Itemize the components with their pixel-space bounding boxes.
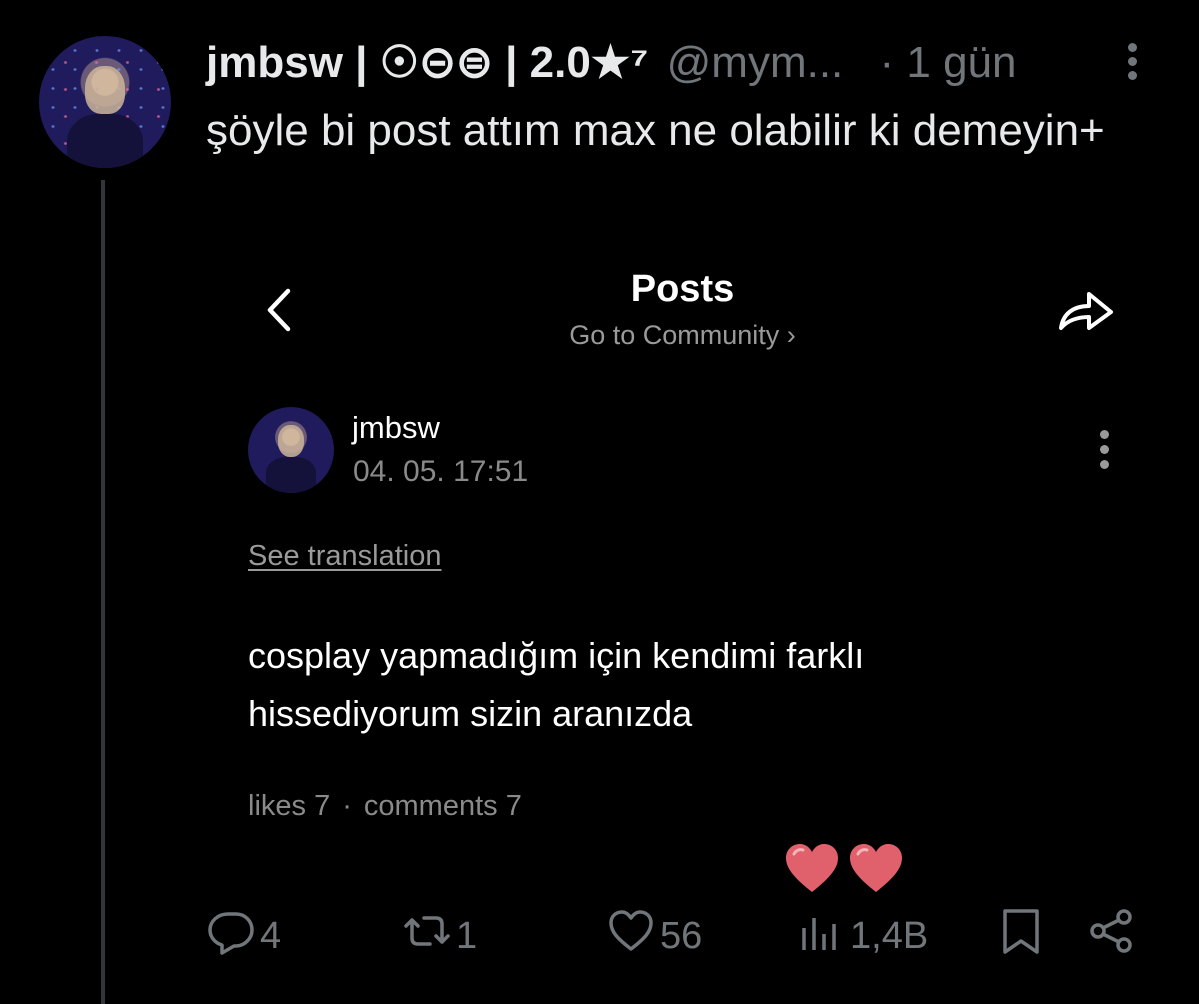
embedded-date: 04. 05. 17:51 (353, 455, 529, 488)
back-arrow-icon (262, 287, 296, 333)
embedded-author: jmbsw (352, 410, 440, 445)
like-icon (606, 906, 656, 966)
views-button[interactable]: 1,4B (796, 906, 928, 966)
embedded-likes: likes 7 (248, 790, 331, 822)
views-count: 1,4B (850, 914, 929, 957)
share-arrow-icon (1055, 284, 1117, 336)
timestamp[interactable]: · 1 gün (880, 38, 1017, 87)
embedded-post-stats: likes 7 · comments 7 (248, 790, 522, 823)
embedded-avatar (248, 407, 334, 493)
avatar[interactable] (39, 36, 171, 168)
more-options-icon[interactable] (1118, 40, 1146, 86)
share-icon (1086, 906, 1136, 966)
repost-button[interactable]: 1 (402, 906, 477, 966)
display-name[interactable]: jmbsw | ☉⊝⊜ | 2.0★⁷ (206, 38, 648, 87)
reply-icon (206, 906, 256, 966)
embedded-comments: comments 7 (363, 790, 522, 822)
heart-icon (784, 842, 840, 894)
heart-icon (848, 842, 904, 894)
tweet-header: jmbsw | ☉⊝⊜ | 2.0★⁷ @mym... · 1 gün (206, 38, 1017, 88)
community-link: Go to Community › (569, 320, 796, 350)
embedded-post-body: cosplay yapmadığım için kendimi farklı h… (248, 635, 865, 734)
repost-icon (402, 906, 452, 966)
bookmark-icon (996, 906, 1046, 966)
share-button[interactable] (1086, 906, 1136, 966)
see-translation-link: See translation (248, 540, 442, 572)
tweet-text: şöyle bi post attım max ne olabilir ki d… (206, 106, 1105, 155)
bookmark-button[interactable] (996, 906, 1046, 966)
thread-line (101, 180, 105, 1004)
handle[interactable]: @mym... (667, 38, 844, 87)
embedded-more-icon (1095, 428, 1113, 478)
views-chart-icon (796, 906, 846, 966)
reply-count: 4 (260, 914, 282, 957)
embedded-title: Posts (630, 268, 735, 310)
repost-count: 1 (456, 914, 478, 957)
stats-separator: · (342, 790, 352, 822)
like-count: 56 (660, 914, 703, 957)
reply-button[interactable]: 4 (206, 906, 281, 966)
like-button[interactable]: 56 (606, 906, 702, 966)
